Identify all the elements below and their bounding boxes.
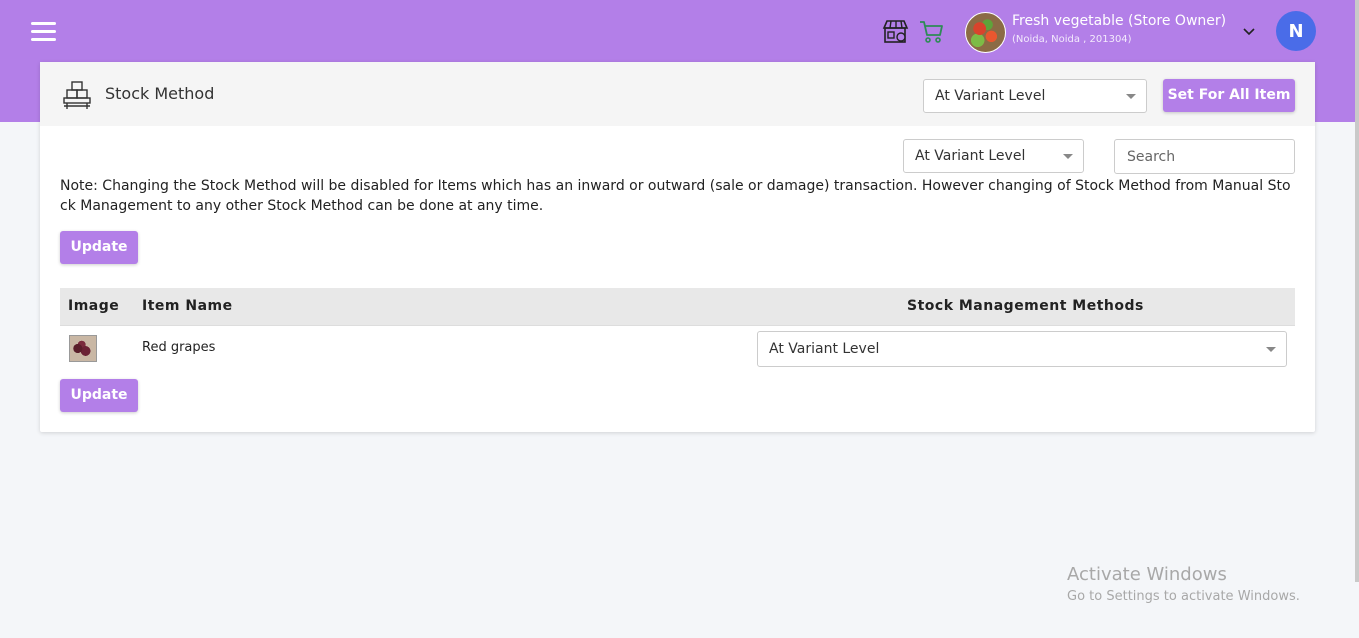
- item-name: Red grapes: [142, 340, 216, 355]
- boxes-icon: [63, 81, 91, 109]
- global-method-select[interactable]: At Variant Level: [923, 79, 1147, 113]
- card-header: Stock Method At Variant Level Set For Al…: [40, 62, 1315, 126]
- store-name[interactable]: Fresh vegetable (Store Owner): [1012, 13, 1226, 29]
- caret-down-icon: [1266, 347, 1276, 352]
- cart-icon[interactable]: [918, 18, 945, 45]
- chevron-down-icon[interactable]: [1243, 25, 1255, 37]
- page-title: Stock Method: [105, 84, 215, 103]
- table-row: Red grapes At Variant Level: [60, 326, 1295, 374]
- column-header-item-name: Item Name: [142, 298, 233, 314]
- menu-icon[interactable]: [31, 22, 56, 42]
- store-address: (Noida, Noida , 201304): [1012, 34, 1132, 45]
- caret-down-icon: [1063, 154, 1073, 159]
- table-header: Image Item Name Stock Management Methods: [60, 288, 1295, 326]
- activate-windows-title: Activate Windows: [1067, 564, 1227, 585]
- stock-method-card: Stock Method At Variant Level Set For Al…: [40, 62, 1315, 432]
- activate-windows-subtitle: Go to Settings to activate Windows.: [1067, 589, 1300, 604]
- filter-method-select[interactable]: At Variant Level: [903, 139, 1084, 173]
- global-method-value: At Variant Level: [935, 88, 1046, 104]
- filter-method-value: At Variant Level: [915, 148, 1026, 164]
- row-method-value: At Variant Level: [769, 341, 880, 357]
- column-header-stock-methods: Stock Management Methods: [907, 298, 1144, 314]
- user-avatar[interactable]: N: [1276, 11, 1316, 51]
- note-text: Note: Changing the Stock Method will be …: [60, 178, 1291, 214]
- update-button-top[interactable]: Update: [60, 231, 138, 264]
- item-image: [69, 335, 97, 362]
- store-icon[interactable]: [882, 18, 909, 45]
- column-header-image: Image: [68, 298, 120, 314]
- search-input[interactable]: [1114, 139, 1295, 174]
- scrollbar[interactable]: [1355, 0, 1359, 582]
- store-avatar[interactable]: [965, 12, 1006, 53]
- caret-down-icon: [1126, 94, 1136, 99]
- row-method-select[interactable]: At Variant Level: [757, 331, 1287, 367]
- update-button-bottom[interactable]: Update: [60, 379, 138, 412]
- set-for-all-button[interactable]: Set For All Item: [1163, 79, 1295, 112]
